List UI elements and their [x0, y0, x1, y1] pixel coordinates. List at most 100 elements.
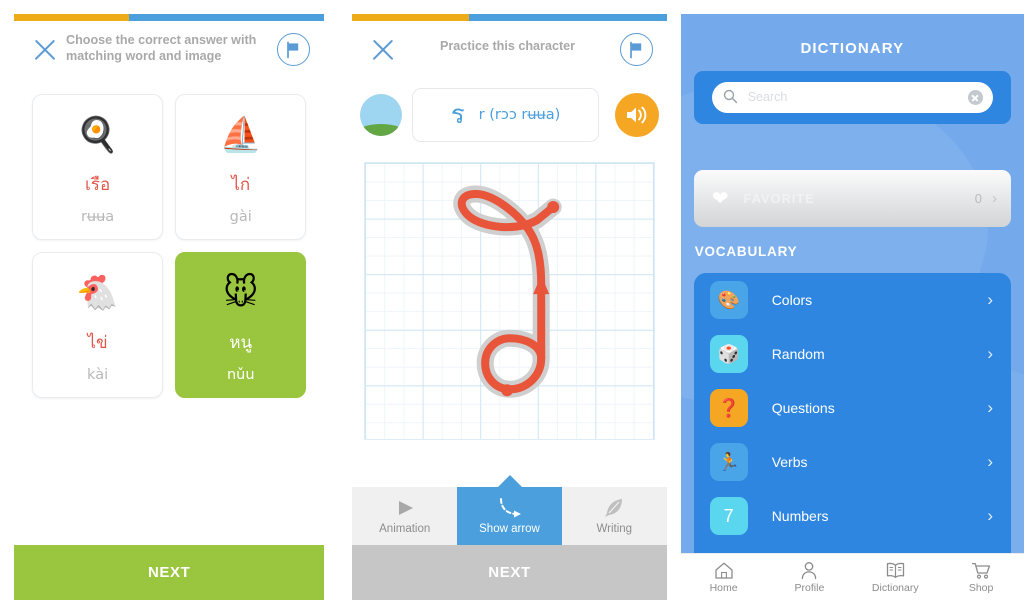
tool-tab-writing[interactable]: Writing: [562, 487, 667, 545]
flag-button[interactable]: [277, 33, 311, 66]
practice-header: Practice this character: [352, 21, 666, 79]
answer-card[interactable]: 🐔 ไข่ kài: [32, 252, 164, 398]
tool-tab-label: Show arrow: [479, 523, 540, 535]
practice-tool-tabs: Animation Show arrow Writing: [352, 487, 667, 545]
answer-thai-word: เรือ: [85, 175, 111, 195]
writing-grid[interactable]: [364, 162, 655, 440]
character-box: ร r (rɔɔ rʉʉa): [412, 88, 599, 142]
chevron-right-icon: ›: [987, 344, 993, 363]
tab-home[interactable]: Home: [681, 554, 767, 600]
search-input[interactable]: Search: [711, 82, 993, 113]
vocabulary-item-numbers[interactable]: 7 Numbers ›: [694, 489, 1011, 543]
dice-icon: 🎲: [709, 335, 748, 373]
tab-label: Profile: [794, 582, 825, 594]
answer-romanization: nǔu: [226, 367, 255, 383]
heart-icon: ❤: [711, 187, 729, 210]
character-stroke-diagram: [453, 185, 563, 398]
answer-thai-word: หนู: [229, 333, 253, 353]
practice-instruction: Practice this character: [439, 39, 576, 53]
sailboat-icon: ⛵: [219, 116, 262, 154]
vocabulary-item-label: Random: [771, 346, 825, 362]
quiz-header: Choose the correct answer with matching …: [14, 21, 324, 79]
person-icon: [799, 560, 819, 580]
curved-arrow-icon: [495, 497, 525, 519]
next-button[interactable]: NEXT: [352, 545, 667, 600]
character-romanization: r (rɔɔ rʉʉa): [478, 107, 561, 123]
vocabulary-item-verbs[interactable]: 🏃 Verbs ›: [694, 435, 1011, 489]
practice-panel: Practice this character ร r (rɔɔ rʉʉa) A…: [342, 0, 677, 614]
mouse-face-icon: 🐭: [223, 274, 259, 312]
speaker-button[interactable]: [614, 93, 659, 137]
search-band: Search: [693, 71, 1011, 124]
chevron-right-icon: ›: [987, 506, 993, 525]
home-icon: [714, 560, 734, 580]
answer-romanization: gài: [229, 209, 252, 225]
progress-bar-fill: [14, 14, 129, 21]
answer-thai-word: ไข่: [87, 333, 108, 353]
favorite-label: FAVORITE: [743, 191, 815, 206]
screenshot-stage: Choose the correct answer with matching …: [0, 0, 1024, 614]
answer-thai-word: ไก่: [231, 175, 251, 195]
favorite-row[interactable]: ❤ FAVORITE 0 ›: [693, 170, 1011, 227]
vocabulary-item-questions[interactable]: ❓ Questions ›: [694, 381, 1011, 435]
cart-icon: [971, 560, 992, 580]
close-icon[interactable]: [368, 35, 398, 65]
progress-bar: [352, 14, 667, 21]
character-row: ร r (rɔɔ rʉʉa): [352, 88, 666, 142]
tab-profile[interactable]: Profile: [767, 554, 853, 600]
answer-card[interactable]: 🐭 หนู nǔu: [175, 252, 307, 398]
close-icon[interactable]: [30, 35, 60, 65]
vocabulary-item-colors[interactable]: 🎨 Colors ›: [694, 273, 1011, 327]
flag-button[interactable]: [619, 33, 653, 66]
page-title: DICTIONARY: [800, 40, 905, 57]
tab-label: Dictionary: [871, 582, 919, 594]
answer-romanization: rʉʉa: [80, 209, 115, 225]
quiz-instruction: Choose the correct answer with matching …: [66, 33, 257, 63]
dictionary-screen: DICTIONARY Search ❤ FAVORITE 0 › VOCABUL…: [680, 14, 1024, 600]
globe-icon: [360, 94, 403, 136]
favorite-count: 0: [974, 191, 982, 206]
palette-icon: 🎨: [709, 281, 748, 319]
answer-card-grid: 🍳 เรือ rʉʉa ⛵ ไก่ gài 🐔 ไข่ kài 🐭 หนู nǔu: [32, 94, 307, 398]
search-icon: [723, 89, 738, 109]
vocabulary-item-label: Verbs: [771, 454, 808, 470]
vocabulary-list: 🎨 Colors › 🎲 Random › ❓ Questions › 🏃 Verbs › 7 Numbe…: [693, 273, 1011, 600]
answer-card[interactable]: 🍳 เรือ rʉʉa: [32, 94, 164, 240]
clear-icon[interactable]: [967, 90, 983, 105]
tool-tab-animation[interactable]: Animation: [352, 487, 457, 545]
tool-tab-show-arrow[interactable]: Show arrow: [457, 487, 562, 545]
vocabulary-item-random[interactable]: 🎲 Random ›: [694, 327, 1011, 381]
tab-label: Shop: [968, 582, 994, 594]
practice-screen: Practice this character ร r (rɔɔ rʉʉa) A…: [352, 14, 667, 600]
tab-label: Home: [709, 582, 738, 594]
feather-pen-icon: [603, 497, 625, 519]
runner-icon: 🏃: [709, 443, 748, 481]
vocabulary-item-label: Questions: [771, 400, 835, 416]
bottom-tab-bar: Home Profile Dictionary Shop: [680, 553, 1024, 600]
chevron-right-icon: ›: [987, 398, 993, 417]
tab-dictionary[interactable]: Dictionary: [852, 554, 938, 600]
tab-shop[interactable]: Shop: [938, 554, 1024, 600]
chevron-right-icon: ›: [987, 290, 993, 309]
tool-tab-label: Animation: [379, 523, 431, 535]
answer-card[interactable]: ⛵ ไก่ gài: [175, 94, 307, 240]
dictionary-panel: DICTIONARY Search ❤ FAVORITE 0 › VOCABUL…: [680, 0, 1024, 614]
fried-egg-icon: 🍳: [76, 116, 119, 154]
progress-bar-fill: [352, 14, 469, 21]
book-icon: [885, 560, 906, 580]
number-icon: 7: [709, 497, 748, 535]
vocabulary-item-label: Numbers: [771, 508, 829, 524]
thai-character: ร: [450, 100, 465, 130]
play-icon: [394, 497, 416, 519]
quiz-panel: Choose the correct answer with matching …: [0, 0, 339, 614]
vocabulary-item-label: Colors: [771, 292, 813, 308]
progress-bar: [14, 14, 325, 21]
question-icon: ❓: [709, 389, 748, 427]
chevron-right-icon: ›: [991, 190, 997, 207]
answer-romanization: kài: [87, 367, 109, 383]
chevron-right-icon: ›: [987, 452, 993, 471]
chicken-icon: 🐔: [76, 274, 119, 312]
search-placeholder: Search: [747, 90, 788, 104]
tool-tab-label: Writing: [596, 523, 633, 535]
next-button[interactable]: NEXT: [14, 545, 325, 600]
